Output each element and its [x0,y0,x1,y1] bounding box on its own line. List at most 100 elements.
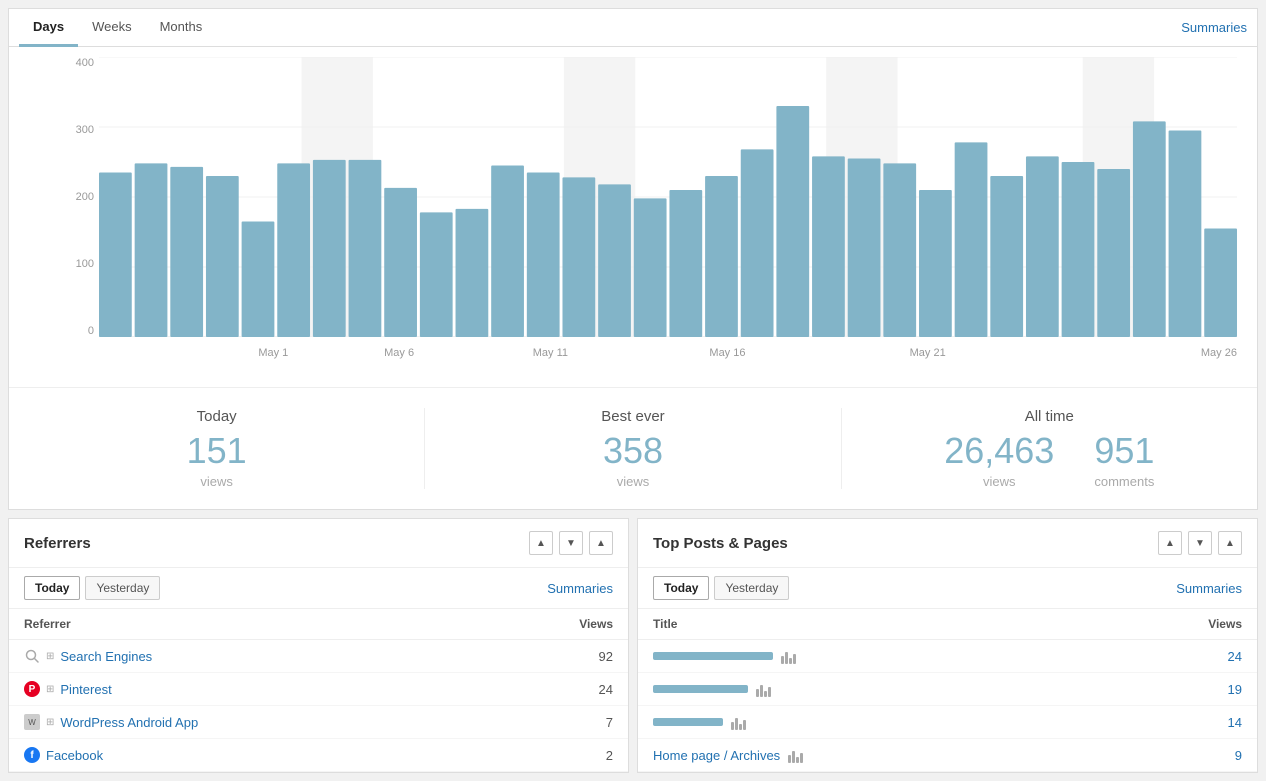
post-1-bar [653,652,773,660]
chart-summaries-link[interactable]: Summaries [1181,20,1247,35]
referrer-facebook-name[interactable]: Facebook [46,748,103,763]
search-icon [24,648,40,664]
top-posts-tabs: Today Yesterday Summaries [638,568,1257,609]
referrer-row-facebook: f Facebook 2 [9,739,628,772]
stat-today-sublabel: views [9,474,424,489]
wordpress-icon: W [24,714,40,730]
referrer-row-search: ⊞ Search Engines 92 [9,640,628,673]
stat-today: Today 151 views [9,408,425,489]
referrers-collapse-btn[interactable]: ▲ [589,531,613,555]
stat-all-time-label: All time [842,408,1257,425]
y-label-200: 200 [59,191,99,203]
x-label-may6: May 6 [384,347,414,359]
referrers-controls: ▲ ▼ ▲ [529,531,613,555]
y-label-400: 400 [59,57,99,69]
referrers-header: Referrers ▲ ▼ ▲ [9,519,628,568]
post-2-bar [653,685,748,693]
post-1-views: 24 [1228,649,1242,664]
stat-best-ever-sublabel: views [425,474,840,489]
bars-svg [99,57,1237,337]
post-3-left [653,714,1228,730]
post-4-title[interactable]: Home page / Archives [653,748,780,763]
stat-today-label: Today [9,408,424,425]
post-row-1: 24 [638,640,1257,673]
top-posts-down-btn[interactable]: ▼ [1188,531,1212,555]
tab-months[interactable]: Months [146,9,217,47]
chart-area: 0 100 200 300 400 [9,47,1257,387]
chart-tabs-row: Days Weeks Months Summaries [9,9,1257,47]
col-post-views: Views [1208,617,1242,631]
x-label-may16: May 16 [709,347,745,359]
post-1-left [653,648,1228,664]
top-posts-collapse-btn[interactable]: ▲ [1218,531,1242,555]
referrer-pinterest-left: P ⊞ Pinterest [24,681,112,697]
stat-alltime-views-value: 26,463 [944,433,1054,469]
post-4-left: Home page / Archives [653,747,1235,763]
top-posts-title: Top Posts & Pages [653,535,788,552]
referrers-tabs-left: Today Yesterday [24,576,160,600]
post-row-3: 14 [638,706,1257,739]
referrer-facebook-left: f Facebook [24,747,103,763]
tab-weeks[interactable]: Weeks [78,9,146,47]
tab-days[interactable]: Days [19,9,78,47]
y-label-0: 0 [59,325,99,337]
stat-today-value: 151 [9,433,424,469]
post-2-chart-icon [756,681,771,697]
top-posts-summaries-link[interactable]: Summaries [1176,581,1242,596]
referrer-row-pinterest: P ⊞ Pinterest 24 [9,673,628,706]
post-2-views: 19 [1228,682,1242,697]
expand-icon-wordpress: ⊞ [46,717,54,728]
stat-best-ever: Best ever 358 views [425,408,841,489]
top-posts-tab-today[interactable]: Today [653,576,709,600]
post-1-chart-icon [781,648,796,664]
stat-alltime-views: 26,463 views [944,433,1054,489]
post-2-left [653,681,1228,697]
post-row-4: Home page / Archives 9 [638,739,1257,772]
expand-icon-pinterest: ⊞ [46,684,54,695]
post-3-chart-icon [731,714,746,730]
referrer-pinterest-views: 24 [599,682,613,697]
facebook-icon: f [24,747,40,763]
bottom-section: Referrers ▲ ▼ ▲ Today Yesterday Summarie… [8,518,1258,773]
referrer-pinterest-name[interactable]: Pinterest [60,682,111,697]
referrer-facebook-views: 2 [606,748,613,763]
stat-alltime-comments-sublabel: comments [1094,474,1154,489]
tabs-left: Days Weeks Months [19,9,216,46]
stat-best-ever-label: Best ever [425,408,840,425]
referrer-search-left: ⊞ Search Engines [24,648,152,664]
referrer-wordpress-name[interactable]: WordPress Android App [60,715,198,730]
stat-alltime-comments-value: 951 [1094,433,1154,469]
col-referrer: Referrer [24,617,71,631]
referrers-up-btn[interactable]: ▲ [529,531,553,555]
pinterest-icon: P [24,681,40,697]
col-title: Title [653,617,677,631]
referrers-summaries-link[interactable]: Summaries [547,581,613,596]
referrers-table-header: Referrer Views [9,609,628,640]
referrer-wordpress-views: 7 [606,715,613,730]
referrers-title: Referrers [24,535,91,552]
referrers-tab-yesterday[interactable]: Yesterday [85,576,160,600]
referrers-tabs: Today Yesterday Summaries [9,568,628,609]
referrer-search-views: 92 [599,649,613,664]
col-views: Views [579,617,613,631]
x-label-may1: May 1 [258,347,288,359]
referrers-panel: Referrers ▲ ▼ ▲ Today Yesterday Summarie… [8,518,629,773]
top-posts-up-btn[interactable]: ▲ [1158,531,1182,555]
referrers-down-btn[interactable]: ▼ [559,531,583,555]
top-posts-tabs-left: Today Yesterday [653,576,789,600]
x-label-may11: May 11 [533,347,568,359]
stat-alltime-group: All time 26,463 views 951 comments [842,408,1257,489]
post-3-views: 14 [1228,715,1242,730]
top-posts-controls: ▲ ▼ ▲ [1158,531,1242,555]
post-4-chart-icon [788,747,803,763]
referrers-tab-today[interactable]: Today [24,576,80,600]
main-chart-card: Days Weeks Months Summaries 0 100 200 30… [8,8,1258,510]
post-row-2: 19 [638,673,1257,706]
referrer-search-name[interactable]: Search Engines [60,649,152,664]
top-posts-panel: Top Posts & Pages ▲ ▼ ▲ Today Yesterday … [637,518,1258,773]
post-4-views: 9 [1235,748,1242,763]
y-label-300: 300 [59,124,99,136]
top-posts-tab-yesterday[interactable]: Yesterday [714,576,789,600]
stat-alltime-comments: 951 comments [1094,433,1154,489]
y-label-100: 100 [59,258,99,270]
